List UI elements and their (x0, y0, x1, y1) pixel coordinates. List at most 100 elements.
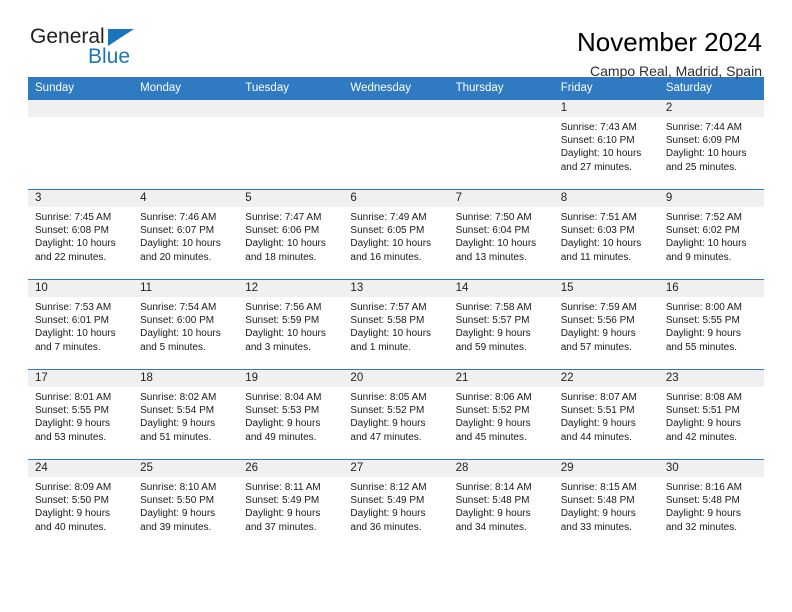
calendar-day-cell[interactable]: 6 Sunrise: 7:49 AM Sunset: 6:05 PM Daylight… (343, 189, 449, 280)
sunrise-text: Sunrise: 7:45 AM (35, 212, 112, 223)
calendar-day-cell[interactable]: 19 Sunrise: 8:04 AM Sunset: 5:53 PM Dayligh… (238, 369, 344, 460)
daylight-text: Daylight: 9 hours and 53 minutes. (35, 418, 111, 443)
calendar-day-cell-empty (238, 99, 344, 190)
calendar-day-cell[interactable]: 21 Sunrise: 8:06 AM Sunset: 5:52 PM Dayligh… (448, 369, 554, 460)
calendar-day-cell[interactable]: 23 Sunrise: 8:08 AM Sunset: 5:51 PM Dayligh… (658, 369, 764, 460)
calendar-day-cell[interactable]: 8 Sunrise: 7:51 AM Sunset: 6:03 PM Daylight… (553, 189, 659, 280)
sunset-text: Sunset: 6:06 PM (245, 225, 320, 237)
sunrise-text: Sunrise: 7:53 AM (35, 302, 112, 313)
calendar-day-cell[interactable]: 26 Sunrise: 8:11 AM Sunset: 5:49 PM Dayligh… (238, 459, 344, 550)
calendar-day-cell[interactable]: 24 Sunrise: 8:09 AM Sunset: 5:50 PM Dayligh… (28, 459, 134, 550)
sunrise-text: Sunrise: 7:50 AM (455, 212, 532, 223)
sunset-text: Sunset: 5:50 PM (35, 495, 109, 507)
sunset-text: Sunset: 6:09 PM (665, 135, 740, 147)
daylight-text: Daylight: 9 hours and 55 minutes. (665, 328, 741, 353)
day-number: 26 (238, 460, 344, 477)
daylight-text: Daylight: 9 hours and 36 minutes. (350, 508, 426, 533)
day-details: Sunrise: 7:45 AM Sunset: 6:08 PM Daylight:… (28, 207, 133, 264)
sunset-text: Sunset: 5:54 PM (140, 405, 215, 417)
calendar-day-cell[interactable]: 9 Sunrise: 7:52 AM Sunset: 6:02 PM Daylight… (658, 189, 764, 280)
calendar-day-cell[interactable]: 11 Sunrise: 7:54 AM Sunset: 6:00 PM Dayligh… (133, 279, 239, 370)
calendar-day-cell[interactable]: 5 Sunrise: 7:47 AM Sunset: 6:06 PM Daylight… (238, 189, 344, 280)
calendar-day-cell[interactable]: 2 Sunrise: 7:44 AM Sunset: 6:09 PM Daylight… (658, 99, 764, 190)
day-details: Sunrise: 7:43 AM Sunset: 6:10 PM Daylight:… (554, 117, 659, 174)
sunrise-text: Sunrise: 8:07 AM (560, 392, 637, 403)
sunset-text: Sunset: 6:04 PM (455, 225, 530, 237)
day-details: Sunrise: 8:07 AM Sunset: 5:51 PM Daylight:… (554, 387, 659, 444)
sunset-text: Sunset: 6:02 PM (665, 225, 740, 237)
calendar-day-cell[interactable]: 4 Sunrise: 7:46 AM Sunset: 6:07 PM Daylight… (133, 189, 239, 280)
daylight-text: Daylight: 9 hours and 42 minutes. (665, 418, 741, 443)
sunrise-text: Sunrise: 8:11 AM (245, 482, 321, 493)
calendar-day-cell[interactable]: 12 Sunrise: 7:56 AM Sunset: 5:59 PM Dayligh… (238, 279, 344, 370)
weekday-header-wednesday: Wednesday (343, 77, 449, 100)
day-number: 11 (133, 280, 239, 297)
calendar-day-cell[interactable]: 27 Sunrise: 8:12 AM Sunset: 5:49 PM Dayligh… (343, 459, 449, 550)
calendar-week-row: 17 Sunrise: 8:01 AM Sunset: 5:55 PM Dayligh… (28, 369, 764, 460)
calendar-day-cell[interactable]: 25 Sunrise: 8:10 AM Sunset: 5:50 PM Dayligh… (133, 459, 239, 550)
sunrise-text: Sunrise: 8:01 AM (35, 392, 112, 403)
day-details: Sunrise: 8:01 AM Sunset: 5:55 PM Daylight:… (28, 387, 133, 444)
sunrise-text: Sunrise: 7:43 AM (560, 122, 637, 133)
day-details: Sunrise: 8:02 AM Sunset: 5:54 PM Daylight:… (133, 387, 238, 444)
sunrise-text: Sunrise: 8:16 AM (665, 482, 742, 493)
calendar-week-row: 10 Sunrise: 7:53 AM Sunset: 6:01 PM Dayligh… (28, 279, 764, 370)
day-number: 18 (133, 370, 239, 387)
sunset-text: Sunset: 5:48 PM (560, 495, 635, 507)
day-number: 12 (238, 280, 344, 297)
calendar-day-cell[interactable]: 30 Sunrise: 8:16 AM Sunset: 5:48 PM Dayligh… (658, 459, 764, 550)
daylight-text: Daylight: 10 hours and 1 minute. (350, 328, 432, 353)
calendar-body: 1 Sunrise: 7:43 AM Sunset: 6:10 PM Daylight… (28, 99, 764, 550)
sunset-text: Sunset: 5:50 PM (140, 495, 215, 507)
calendar-day-cell[interactable]: 7 Sunrise: 7:50 AM Sunset: 6:04 PM Daylight… (448, 189, 554, 280)
sunrise-text: Sunrise: 8:14 AM (455, 482, 532, 493)
calendar-day-cell[interactable]: 16 Sunrise: 8:00 AM Sunset: 5:55 PM Dayligh… (658, 279, 764, 370)
calendar-day-cell[interactable]: 22 Sunrise: 8:07 AM Sunset: 5:51 PM Dayligh… (553, 369, 659, 460)
day-details: Sunrise: 8:11 AM Sunset: 5:49 PM Daylight:… (238, 477, 343, 534)
day-number: 14 (448, 280, 554, 297)
day-number: 29 (553, 460, 659, 477)
calendar-day-cell[interactable]: 14 Sunrise: 7:58 AM Sunset: 5:57 PM Dayligh… (448, 279, 554, 370)
calendar-day-cell[interactable]: 15 Sunrise: 7:59 AM Sunset: 5:56 PM Dayligh… (553, 279, 659, 370)
day-number: 20 (343, 370, 449, 387)
sunset-text: Sunset: 5:49 PM (350, 495, 425, 507)
daylight-text: Daylight: 10 hours and 25 minutes. (665, 148, 747, 173)
sunrise-text: Sunrise: 8:08 AM (665, 392, 742, 403)
calendar-day-cell[interactable]: 20 Sunrise: 8:05 AM Sunset: 5:52 PM Dayligh… (343, 369, 449, 460)
calendar-day-cell[interactable]: 18 Sunrise: 8:02 AM Sunset: 5:54 PM Dayligh… (133, 369, 239, 460)
day-details: Sunrise: 8:05 AM Sunset: 5:52 PM Daylight:… (343, 387, 448, 444)
weekday-header-thursday: Thursday (448, 77, 554, 100)
calendar-day-cell[interactable]: 17 Sunrise: 8:01 AM Sunset: 5:55 PM Dayligh… (28, 369, 134, 460)
day-number: 23 (658, 370, 764, 387)
calendar-week-row: 3 Sunrise: 7:45 AM Sunset: 6:08 PM Daylight… (28, 189, 764, 280)
daylight-text: Daylight: 10 hours and 20 minutes. (140, 238, 221, 263)
sunrise-text: Sunrise: 7:54 AM (140, 302, 217, 313)
calendar-page: General Blue November 2024 Campo Real, M… (0, 0, 792, 612)
page-title: November 2024 (577, 27, 762, 57)
calendar-day-cell-empty (448, 99, 554, 190)
calendar-week-row: 24 Sunrise: 8:09 AM Sunset: 5:50 PM Dayligh… (28, 459, 764, 550)
daylight-text: Daylight: 9 hours and 34 minutes. (455, 508, 531, 533)
day-number: 30 (658, 460, 764, 477)
day-details: Sunrise: 7:57 AM Sunset: 5:58 PM Daylight:… (343, 297, 448, 354)
daylight-text: Daylight: 9 hours and 39 minutes. (140, 508, 216, 533)
daylight-text: Daylight: 9 hours and 45 minutes. (455, 418, 531, 443)
day-details: Sunrise: 7:56 AM Sunset: 5:59 PM Daylight:… (238, 297, 343, 354)
day-number: 8 (553, 190, 659, 207)
calendar-day-cell[interactable]: 10 Sunrise: 7:53 AM Sunset: 6:01 PM Dayligh… (28, 279, 134, 370)
calendar-day-cell[interactable]: 13 Sunrise: 7:57 AM Sunset: 5:58 PM Dayligh… (343, 279, 449, 370)
calendar-day-cell[interactable]: 1 Sunrise: 7:43 AM Sunset: 6:10 PM Daylight… (553, 99, 659, 190)
calendar-day-cell[interactable]: 28 Sunrise: 8:14 AM Sunset: 5:48 PM Dayligh… (448, 459, 554, 550)
day-number (238, 100, 344, 117)
day-number: 6 (343, 190, 449, 207)
day-number: 21 (448, 370, 554, 387)
day-details: Sunrise: 8:10 AM Sunset: 5:50 PM Daylight:… (133, 477, 238, 534)
calendar-day-cell[interactable]: 29 Sunrise: 8:15 AM Sunset: 5:48 PM Dayligh… (553, 459, 659, 550)
calendar-week-row: 1 Sunrise: 7:43 AM Sunset: 6:10 PM Daylight… (28, 99, 764, 190)
calendar-day-cell[interactable]: 3 Sunrise: 7:45 AM Sunset: 6:08 PM Daylight… (28, 189, 134, 280)
day-details: Sunrise: 7:46 AM Sunset: 6:07 PM Daylight:… (133, 207, 238, 264)
daylight-text: Daylight: 10 hours and 27 minutes. (560, 148, 642, 173)
daylight-text: Daylight: 10 hours and 18 minutes. (245, 238, 326, 263)
daylight-text: Daylight: 10 hours and 22 minutes. (35, 238, 116, 263)
daylight-text: Daylight: 10 hours and 16 minutes. (350, 238, 432, 263)
